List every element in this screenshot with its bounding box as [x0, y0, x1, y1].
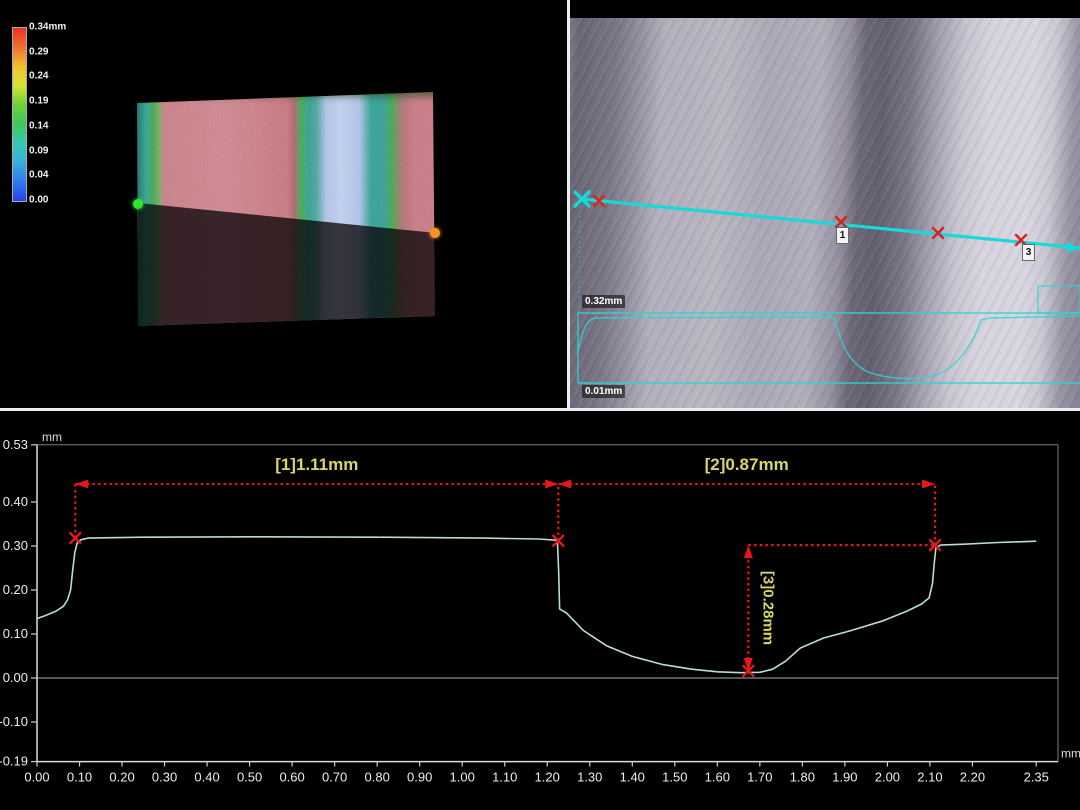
profile-series	[37, 537, 1036, 673]
colorbar-tick-label: 0.34mm	[29, 22, 66, 33]
x-tick-label: 2.20	[960, 770, 985, 785]
colorbar-tick-label: 0.04	[29, 170, 48, 181]
measurement-overlay	[570, 0, 1080, 408]
x-tick-label: 1.80	[790, 770, 815, 785]
heightmap-view-panel: 0.34mm 0.29 0.24 0.19 0.14 0.09 0.04 0.00	[0, 0, 567, 408]
x-tick-label: 0.50	[237, 770, 262, 785]
colorbar-tick-label: 0.29	[29, 46, 48, 57]
x-tick-label: 1.00	[450, 770, 475, 785]
line-end-arrow-icon	[1067, 242, 1080, 253]
y-tick-label: 0.53	[3, 437, 28, 452]
x-tick-label: 0.10	[67, 770, 92, 785]
y-tick-label: 0.20	[3, 582, 28, 597]
dim-arrow-icon	[558, 479, 571, 488]
x-tick-label: 1.30	[577, 770, 602, 785]
x-tick-label: 0.70	[322, 770, 347, 785]
profile-chart-panel: 0.530.400.300.200.100.00-0.10-0.190.000.…	[0, 411, 1080, 810]
x-tick-label: 0.40	[194, 770, 219, 785]
y-tick-label: 0.30	[3, 538, 28, 553]
mini-profile-trace	[578, 316, 1080, 379]
x-tick-label: 1.20	[535, 770, 560, 785]
y-tick-label: -0.10	[0, 714, 28, 729]
x-tick-label: 2.00	[875, 770, 900, 785]
x-tick-label: 1.60	[705, 770, 730, 785]
x-tick-label: 1.10	[492, 770, 517, 785]
colorbar-tick-label: 0.00	[29, 195, 48, 206]
profile-line-start-handle[interactable]	[133, 199, 143, 209]
colorbar-tick-label: 0.14	[29, 120, 48, 131]
dim-arrow-icon	[922, 479, 935, 488]
x-tick-label: 0.00	[24, 770, 49, 785]
band-right-box	[1038, 286, 1080, 313]
measurement-app-window: 0.34mm 0.29 0.24 0.19 0.14 0.09 0.04 0.00	[0, 0, 1080, 810]
colorbar-tick-label: 0.24	[29, 71, 48, 82]
x-axis-unit-label: mm	[1061, 747, 1080, 761]
x-tick-label: 0.60	[279, 770, 304, 785]
x-tick-label: 1.40	[620, 770, 645, 785]
dim-label-2: [2]0.87mm	[705, 455, 789, 474]
dim-label-3: [3]0.28mm	[759, 571, 776, 645]
profile-line-end-handle[interactable]	[430, 228, 440, 238]
x-tick-label: 0.90	[407, 770, 432, 785]
microscope-image-panel: 0.32mm 0.01mm 1 3	[570, 0, 1080, 408]
height-colorbar	[12, 27, 27, 202]
x-tick-label: 2.35	[1024, 770, 1049, 785]
colorbar-tick-label: 0.19	[29, 96, 48, 107]
x-tick-label: 2.10	[917, 770, 942, 785]
chart-x-marker-1[interactable]	[70, 533, 80, 543]
x-tick-label: 1.70	[747, 770, 772, 785]
dim-arrow-icon	[744, 545, 753, 558]
y-tick-label: 0.40	[3, 494, 28, 509]
dim-label-1: [1]1.11mm	[275, 455, 358, 474]
dim-arrow-icon	[75, 479, 88, 488]
y-tick-label: -0.19	[0, 754, 28, 769]
point-label-1: 1	[836, 227, 849, 244]
x-tick-label: 1.50	[662, 770, 687, 785]
x-tick-label: 0.80	[365, 770, 390, 785]
panel-divider-vertical	[567, 0, 570, 408]
x-tick-label: 1.90	[832, 770, 857, 785]
band-upper-label: 0.32mm	[582, 295, 625, 308]
measurement-line[interactable]	[582, 199, 1080, 248]
x-tick-label: 0.30	[152, 770, 177, 785]
y-axis-unit-label: mm	[42, 430, 62, 444]
y-tick-label: 0.10	[3, 626, 28, 641]
y-tick-label: 0.00	[3, 670, 28, 685]
dim-arrow-icon	[545, 479, 558, 488]
point-label-3: 3	[1022, 244, 1035, 261]
colorbar-tick-label: 0.09	[29, 145, 48, 156]
x-tick-label: 0.20	[109, 770, 134, 785]
band-lower-label: 0.01mm	[582, 385, 625, 398]
profile-chart: 0.530.400.300.200.100.00-0.10-0.190.000.…	[0, 411, 1080, 810]
guide-dotted-line	[579, 206, 580, 313]
